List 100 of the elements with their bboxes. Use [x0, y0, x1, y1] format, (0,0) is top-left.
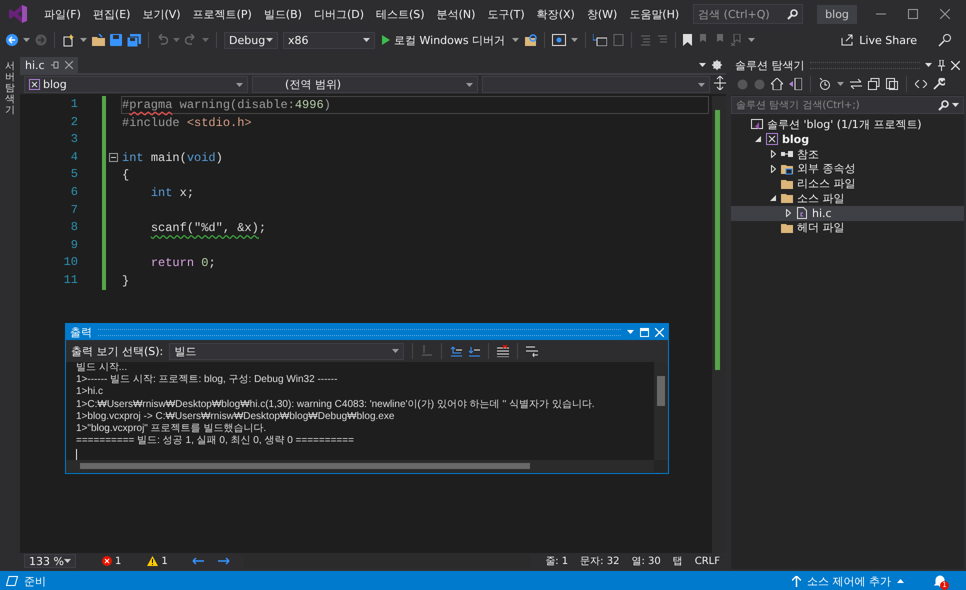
menu-item[interactable]: 편집(E) — [86, 6, 136, 22]
search-box[interactable]: 솔루션 탐색기 검색(Ctrl+;) — [731, 96, 964, 114]
scrollbar[interactable] — [654, 362, 668, 460]
home-icon[interactable] — [771, 78, 783, 90]
dropdown-caret-icon[interactable] — [80, 38, 87, 42]
collapsed-arrow-icon[interactable] — [770, 164, 776, 173]
code-icon[interactable] — [915, 80, 927, 88]
output-source-dropdown[interactable]: 빌드 — [169, 342, 404, 360]
platform-dropdown[interactable]: x86 — [283, 32, 375, 48]
dropdown-caret-icon[interactable] — [466, 82, 473, 86]
tree-item[interactable]: 외부 종속성 — [731, 161, 964, 176]
clear-bookmarks-icon[interactable] — [731, 34, 744, 46]
tree-item[interactable]: 헤더 파일 — [731, 220, 964, 236]
dropdown-caret-icon[interactable] — [266, 38, 273, 42]
menu-item[interactable]: 도구(T) — [481, 6, 531, 22]
tree-item[interactable]: 소스 파일 — [731, 190, 964, 206]
clear-all-icon[interactable] — [497, 345, 510, 357]
zoom-dropdown[interactable]: 133 % — [24, 554, 76, 568]
search-box[interactable]: 검색 (Ctrl+Q) — [693, 4, 804, 24]
settings-icon[interactable] — [712, 60, 722, 70]
wrench-icon[interactable] — [933, 78, 945, 90]
window-icon[interactable] — [552, 34, 566, 46]
pin-icon[interactable] — [50, 61, 59, 69]
tree-item[interactable]: 참조 — [731, 146, 964, 162]
scrollbar[interactable] — [712, 96, 726, 553]
menu-item[interactable]: 테스트(S) — [370, 6, 431, 22]
undo-icon[interactable] — [156, 34, 168, 46]
server-explorer-tab[interactable]: 서버 탐색기 — [5, 61, 15, 131]
dropdown-caret-icon[interactable] — [698, 82, 705, 86]
collapsed-arrow-icon[interactable] — [770, 150, 776, 158]
copy-icon[interactable] — [886, 78, 898, 90]
horizontal-scrollbar[interactable] — [66, 460, 654, 472]
dropdown-caret-icon[interactable] — [392, 349, 400, 353]
split-window-icon[interactable] — [714, 76, 726, 90]
dropdown-caret-icon[interactable] — [627, 330, 634, 334]
comment-icon[interactable] — [639, 34, 652, 46]
dropdown-caret-icon[interactable] — [699, 63, 706, 67]
search-icon[interactable] — [938, 100, 949, 110]
error-icon[interactable] — [102, 556, 112, 566]
menu-item[interactable]: 분석(N) — [430, 6, 482, 22]
start-debugging-button[interactable]: 로컬 Windows 디버거 — [380, 32, 508, 48]
logo-icon[interactable] — [8, 4, 28, 24]
save-icon[interactable] — [110, 34, 122, 46]
menu-item[interactable]: 확장(X) — [530, 6, 581, 22]
search-field[interactable]: 검색 (Ctrl+Q) — [698, 8, 782, 20]
editor-tab[interactable]: hi.c — [20, 57, 78, 73]
step-icon[interactable] — [593, 34, 608, 46]
warning-icon[interactable] — [147, 556, 158, 566]
history-icon[interactable] — [819, 78, 831, 90]
menu-item[interactable]: 창(W) — [580, 6, 624, 22]
dropdown-caret-icon[interactable] — [925, 63, 932, 67]
warning-count[interactable]: 1 — [161, 556, 168, 566]
close-icon[interactable] — [64, 61, 73, 69]
document-icon[interactable] — [612, 34, 624, 46]
next-message-icon[interactable] — [468, 345, 480, 357]
menu-item[interactable]: 파일(F) — [38, 6, 87, 22]
scope-dropdown[interactable]: (전역 범위) — [252, 76, 478, 93]
collapse-icon[interactable] — [109, 153, 118, 162]
find-in-files-icon[interactable] — [524, 34, 538, 46]
tree-item[interactable]: blog — [731, 132, 964, 147]
expanded-arrow-icon[interactable] — [755, 136, 761, 142]
redo-icon[interactable] — [185, 34, 197, 46]
dropdown-caret-icon[interactable] — [748, 38, 756, 42]
previous-message-icon[interactable] — [450, 345, 462, 357]
save-all-icon[interactable] — [127, 34, 141, 46]
feedback-icon[interactable] — [938, 33, 952, 47]
configuration-dropdown[interactable]: Debug — [224, 32, 278, 48]
error-count[interactable]: 1 — [115, 556, 122, 566]
bookmark-icon[interactable] — [683, 34, 692, 46]
dropdown-caret-icon[interactable] — [64, 559, 71, 563]
dropdown-caret-icon[interactable] — [363, 38, 370, 42]
dropdown-caret-icon[interactable] — [571, 38, 578, 42]
menu-item[interactable]: 빌드(B) — [258, 6, 308, 22]
close-icon[interactable] — [940, 9, 950, 19]
tree-item[interactable]: hi.c — [731, 206, 964, 221]
collapse-all-icon[interactable] — [868, 78, 880, 90]
new-item-icon[interactable] — [62, 34, 75, 46]
dropdown-caret-icon[interactable] — [837, 82, 844, 86]
expanded-arrow-icon[interactable] — [770, 195, 776, 202]
dropdown-caret-icon[interactable] — [952, 103, 959, 107]
sync-icon[interactable] — [850, 79, 862, 89]
scope-dropdown[interactable]: blog — [24, 76, 248, 93]
menu-item[interactable]: 프로젝트(P) — [186, 6, 258, 22]
dropdown-caret-icon[interactable] — [512, 38, 520, 42]
word-wrap-icon[interactable] — [526, 345, 538, 357]
switch-views-icon[interactable] — [789, 78, 802, 90]
dropdown-caret-icon[interactable] — [23, 38, 30, 42]
menu-item[interactable]: 디버그(D) — [308, 6, 370, 22]
maximize-icon[interactable] — [908, 9, 918, 19]
add-to-source-control-button[interactable]: 소스 제어에 추가 — [786, 572, 910, 590]
tree-item[interactable]: 리소스 파일 — [731, 176, 964, 191]
live-share-button[interactable]: Live Share — [835, 32, 923, 48]
tree-item[interactable]: 솔루션 'blog' (1/1개 프로젝트) — [731, 117, 964, 132]
dropdown-caret-icon[interactable] — [236, 82, 243, 86]
search-field[interactable]: 솔루션 탐색기 검색(Ctrl+;) — [736, 100, 938, 110]
folder-icon[interactable] — [92, 34, 105, 46]
search-icon[interactable] — [787, 8, 798, 20]
menu-item[interactable]: 도움말(H) — [623, 6, 686, 22]
menu-item[interactable]: 보기(V) — [136, 6, 187, 22]
collapsed-arrow-icon[interactable] — [786, 209, 790, 218]
